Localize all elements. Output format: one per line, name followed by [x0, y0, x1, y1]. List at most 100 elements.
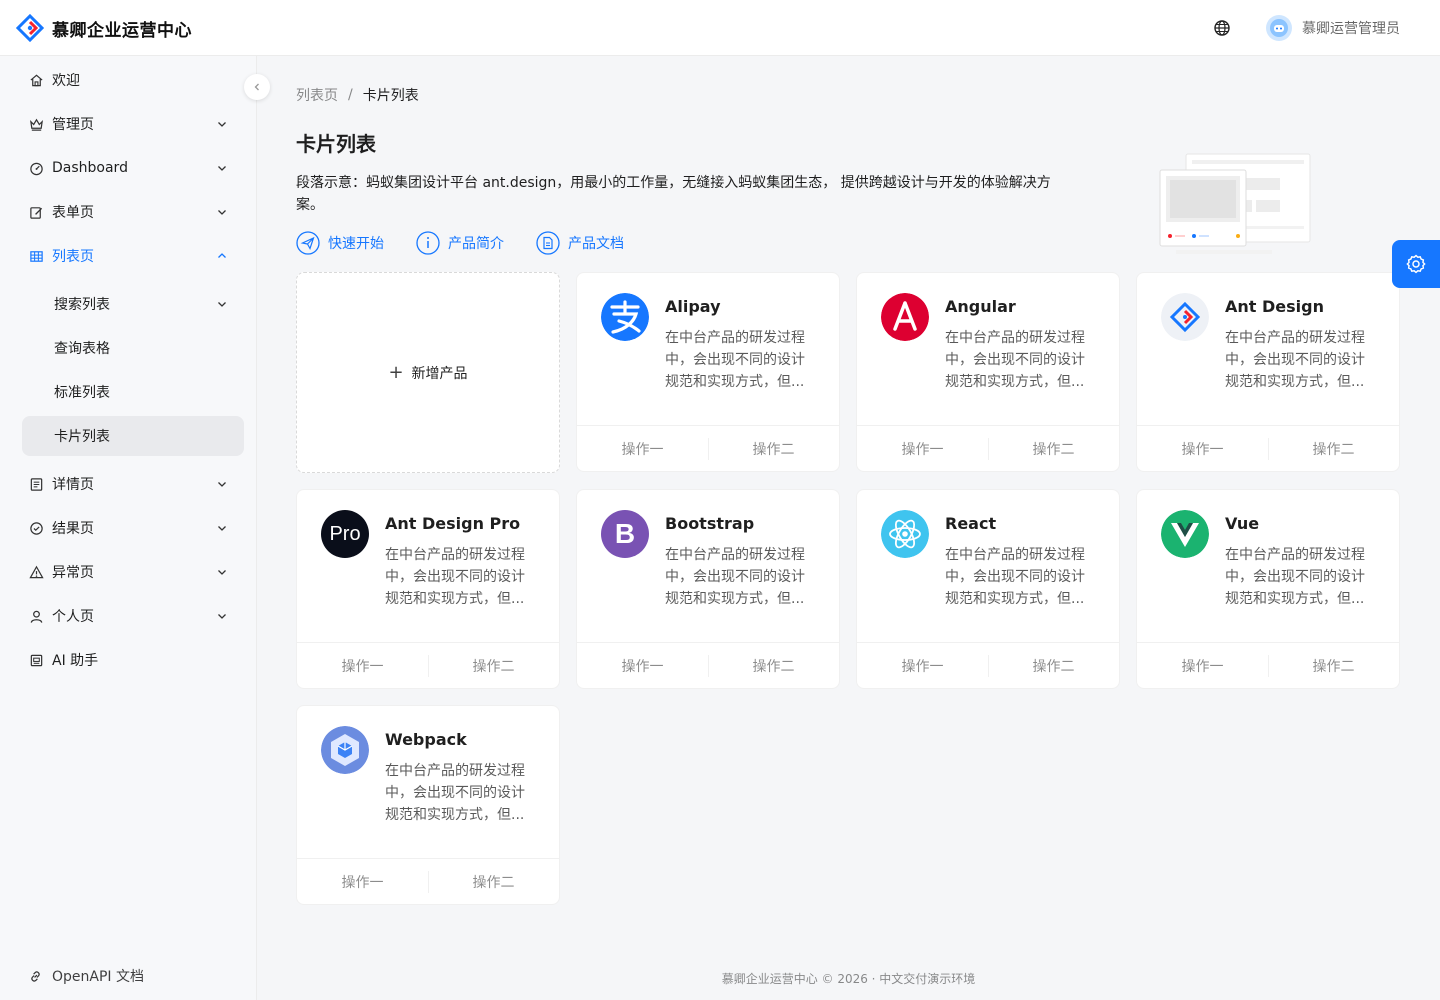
sidebar-item-label: 异常页	[52, 565, 94, 581]
chevron-down-icon	[218, 210, 226, 215]
chevron-down-icon	[218, 166, 226, 171]
breadcrumb-parent[interactable]: 列表页	[296, 85, 338, 105]
ant-design-logo-icon	[1161, 293, 1209, 341]
card-action-1[interactable]: 操作一	[577, 426, 708, 471]
sidebar-item-standard-list[interactable]: 标准列表	[22, 372, 244, 412]
sidebar-item-label: 标准列表	[54, 385, 110, 401]
card-action-2[interactable]: 操作二	[1268, 643, 1399, 688]
user-name: 慕卿运营管理员	[1302, 21, 1400, 37]
check-circle-icon	[29, 521, 43, 535]
sidebar-item-label: 个人页	[52, 609, 94, 625]
product-card-angular[interactable]: Angular 在中台产品的研发过程中，会出现不同的设计规范和实现方式，但...…	[856, 272, 1120, 472]
pro-logo-icon: Pro	[329, 522, 361, 545]
home-icon	[29, 74, 43, 86]
sidebar-item-admin[interactable]: 管理页	[22, 104, 244, 144]
card-title: Vue	[1225, 514, 1260, 533]
card-avatar: B	[601, 510, 649, 558]
product-card-alipay[interactable]: Alipay 在中台产品的研发过程中，会出现不同的设计规范和实现方式，但... …	[576, 272, 840, 472]
avatar	[1266, 15, 1292, 41]
card-action-1[interactable]: 操作一	[297, 859, 428, 904]
page-title: 卡片列表	[296, 132, 376, 156]
card-action-2[interactable]: 操作二	[428, 643, 559, 688]
card-action-2[interactable]: 操作二	[988, 426, 1119, 471]
card-action-1[interactable]: 操作一	[1137, 426, 1268, 471]
new-product-card[interactable]: + 新增产品	[296, 272, 560, 473]
collapse-sidebar-button[interactable]	[244, 74, 270, 100]
sidebar-item-search-list[interactable]: 搜索列表	[22, 284, 244, 324]
sidebar-item-ai-assistant[interactable]: AI 助手	[22, 640, 244, 680]
sidebar-item-label: 卡片列表	[54, 429, 110, 445]
info-icon	[416, 231, 440, 255]
card-action-2[interactable]: 操作二	[708, 426, 839, 471]
breadcrumb-separator: /	[348, 87, 353, 103]
sidebar-item-dashboard[interactable]: Dashboard	[22, 148, 244, 188]
card-action-1[interactable]: 操作一	[857, 426, 988, 471]
card-title: Webpack	[385, 730, 467, 749]
card-action-2[interactable]: 操作二	[708, 643, 839, 688]
dashboard-icon	[29, 162, 43, 175]
sidebar-item-result[interactable]: 结果页	[22, 508, 244, 548]
chevron-down-icon	[218, 482, 226, 487]
card-action-2[interactable]: 操作二	[988, 643, 1119, 688]
card-title: Bootstrap	[665, 514, 755, 533]
angular-logo-icon	[881, 293, 929, 341]
sidebar-item-label: 欢迎	[52, 73, 80, 89]
card-action-1[interactable]: 操作一	[857, 643, 988, 688]
sidebar-item-detail[interactable]: 详情页	[22, 464, 244, 504]
card-avatar: Pro	[321, 510, 369, 558]
settings-button[interactable]	[1392, 240, 1440, 288]
product-card-ant-design[interactable]: Ant Design 在中台产品的研发过程中，会出现不同的设计规范和实现方式，但…	[1136, 272, 1400, 472]
card-avatar	[881, 510, 929, 558]
sidebar-item-welcome[interactable]: 欢迎	[22, 60, 244, 100]
quick-start-link[interactable]: 快速开始	[296, 231, 384, 255]
sidebar-item-card-list[interactable]: 卡片列表	[22, 416, 244, 456]
chevron-down-icon	[218, 122, 226, 127]
product-intro-link[interactable]: 产品简介	[416, 231, 504, 255]
document-icon	[536, 231, 560, 255]
card-avatar	[601, 293, 649, 341]
product-card-react[interactable]: React 在中台产品的研发过程中，会出现不同的设计规范和实现方式，但... 操…	[856, 489, 1120, 689]
globe-icon[interactable]	[1212, 18, 1232, 38]
sidebar-item-query-table[interactable]: 查询表格	[22, 328, 244, 368]
breadcrumb: 列表页 / 卡片列表	[296, 85, 419, 105]
product-card-vue[interactable]: Vue 在中台产品的研发过程中，会出现不同的设计规范和实现方式，但... 操作一…	[1136, 489, 1400, 689]
sidebar-item-account[interactable]: 个人页	[22, 596, 244, 636]
card-action-1[interactable]: 操作一	[1137, 643, 1268, 688]
card-action-2[interactable]: 操作二	[428, 859, 559, 904]
robot-icon	[30, 654, 42, 666]
plus-icon: +	[388, 362, 404, 383]
card-title: Ant Design	[1225, 297, 1324, 316]
table-icon	[29, 250, 43, 262]
warning-icon	[28, 565, 44, 578]
sidebar-item-form[interactable]: 表单页	[22, 192, 244, 232]
card-actions: 操作一 操作二	[297, 858, 559, 904]
card-actions: 操作一 操作二	[857, 642, 1119, 688]
card-description: 在中台产品的研发过程中，会出现不同的设计规范和实现方式，但...	[1225, 547, 1365, 607]
sidebar-item-exception[interactable]: 异常页	[22, 552, 244, 592]
card-action-1[interactable]: 操作一	[297, 643, 428, 688]
product-docs-link[interactable]: 产品文档	[536, 231, 624, 255]
product-intro-label: 产品简介	[448, 236, 504, 252]
card-title: React	[945, 514, 997, 533]
card-actions: 操作一 操作二	[857, 425, 1119, 471]
sidebar-item-label: 详情页	[52, 477, 94, 493]
chevron-down-icon	[218, 570, 226, 575]
card-action-2[interactable]: 操作二	[1268, 426, 1399, 471]
app-title[interactable]: 慕卿企业运营中心	[52, 16, 192, 41]
sidebar-item-label: 搜索列表	[54, 297, 110, 313]
logo-icon[interactable]	[16, 14, 44, 42]
page-description: 段落示意：蚂蚁集团设计平台 ant.design，用最小的工作量，无缝接入蚂蚁集…	[296, 175, 1051, 213]
card-action-1[interactable]: 操作一	[577, 643, 708, 688]
product-card-webpack[interactable]: Webpack 在中台产品的研发过程中，会出现不同的设计规范和实现方式，但...…	[296, 705, 560, 905]
sidebar-item-label: 查询表格	[54, 341, 110, 357]
card-avatar	[1161, 510, 1209, 558]
chevron-down-icon	[218, 614, 226, 619]
sidebar-item-list[interactable]: 列表页	[22, 236, 244, 276]
openapi-docs-link[interactable]: OpenAPI 文档	[28, 966, 144, 986]
product-card-ant-design-pro[interactable]: Pro Ant Design Pro 在中台产品的研发过程中，会出现不同的设计规…	[296, 489, 560, 689]
card-actions: 操作一 操作二	[577, 425, 839, 471]
card-actions: 操作一 操作二	[1137, 425, 1399, 471]
user-menu[interactable]: 慕卿运营管理员	[1266, 14, 1400, 42]
product-card-bootstrap[interactable]: B Bootstrap 在中台产品的研发过程中，会出现不同的设计规范和实现方式，…	[576, 489, 840, 689]
bot-avatar-icon	[1270, 19, 1288, 37]
